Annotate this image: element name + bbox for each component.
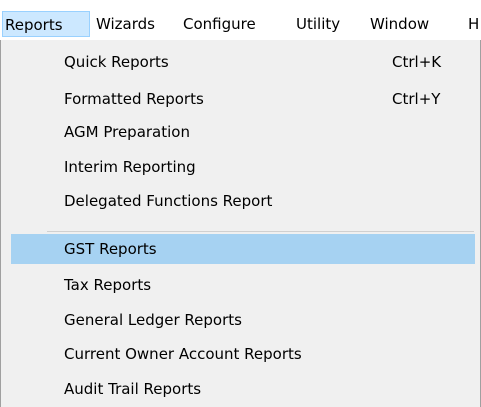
- menu-item-gst-reports[interactable]: GST Reports: [11, 234, 475, 264]
- menu-item-current-owner-account-reports[interactable]: Current Owner Account Reports: [11, 339, 475, 369]
- menu-item-label: Delegated Functions Report: [64, 192, 273, 210]
- menu-item-label: Interim Reporting: [64, 158, 196, 176]
- menu-item-label: Tax Reports: [64, 276, 152, 294]
- menu-item-delegated-functions-report[interactable]: Delegated Functions Report: [11, 186, 475, 216]
- menu-reports[interactable]: Reports: [2, 11, 90, 37]
- menu-item-agm-preparation[interactable]: AGM Preparation: [11, 117, 475, 147]
- menu-item-label: Current Owner Account Reports: [64, 345, 302, 363]
- menu-item-label: General Ledger Reports: [64, 311, 242, 329]
- menu-utility[interactable]: Utility: [296, 11, 340, 37]
- menu-item-formatted-reports[interactable]: Formatted Reports Ctrl+Y: [11, 84, 475, 114]
- menu-item-label: Formatted Reports: [64, 90, 204, 108]
- menu-item-general-ledger-reports[interactable]: General Ledger Reports: [11, 305, 475, 335]
- menu-item-label: GST Reports: [64, 240, 157, 258]
- menu-bar: Reports Wizards Configure Utility Window…: [0, 0, 481, 40]
- menu-wizards[interactable]: Wizards: [96, 11, 155, 37]
- menu-item-shortcut: Ctrl+K: [392, 53, 442, 71]
- menu-item-label: AGM Preparation: [64, 123, 190, 141]
- menu-help[interactable]: H: [468, 11, 479, 37]
- menu-item-shortcut: Ctrl+Y: [392, 90, 441, 108]
- menu-configure[interactable]: Configure: [183, 11, 256, 37]
- menu-item-label: Audit Trail Reports: [64, 380, 202, 398]
- menu-item-quick-reports[interactable]: Quick Reports Ctrl+K: [11, 47, 475, 77]
- menu-separator: [47, 231, 474, 232]
- menu-item-audit-trail-reports[interactable]: Audit Trail Reports: [11, 374, 475, 404]
- menu-item-tax-reports[interactable]: Tax Reports: [11, 270, 475, 300]
- reports-dropdown-menu: Quick Reports Ctrl+K Formatted Reports C…: [0, 40, 481, 407]
- menu-window[interactable]: Window: [370, 11, 429, 37]
- menu-item-label: Quick Reports: [64, 53, 169, 71]
- menu-item-interim-reporting[interactable]: Interim Reporting: [11, 152, 475, 182]
